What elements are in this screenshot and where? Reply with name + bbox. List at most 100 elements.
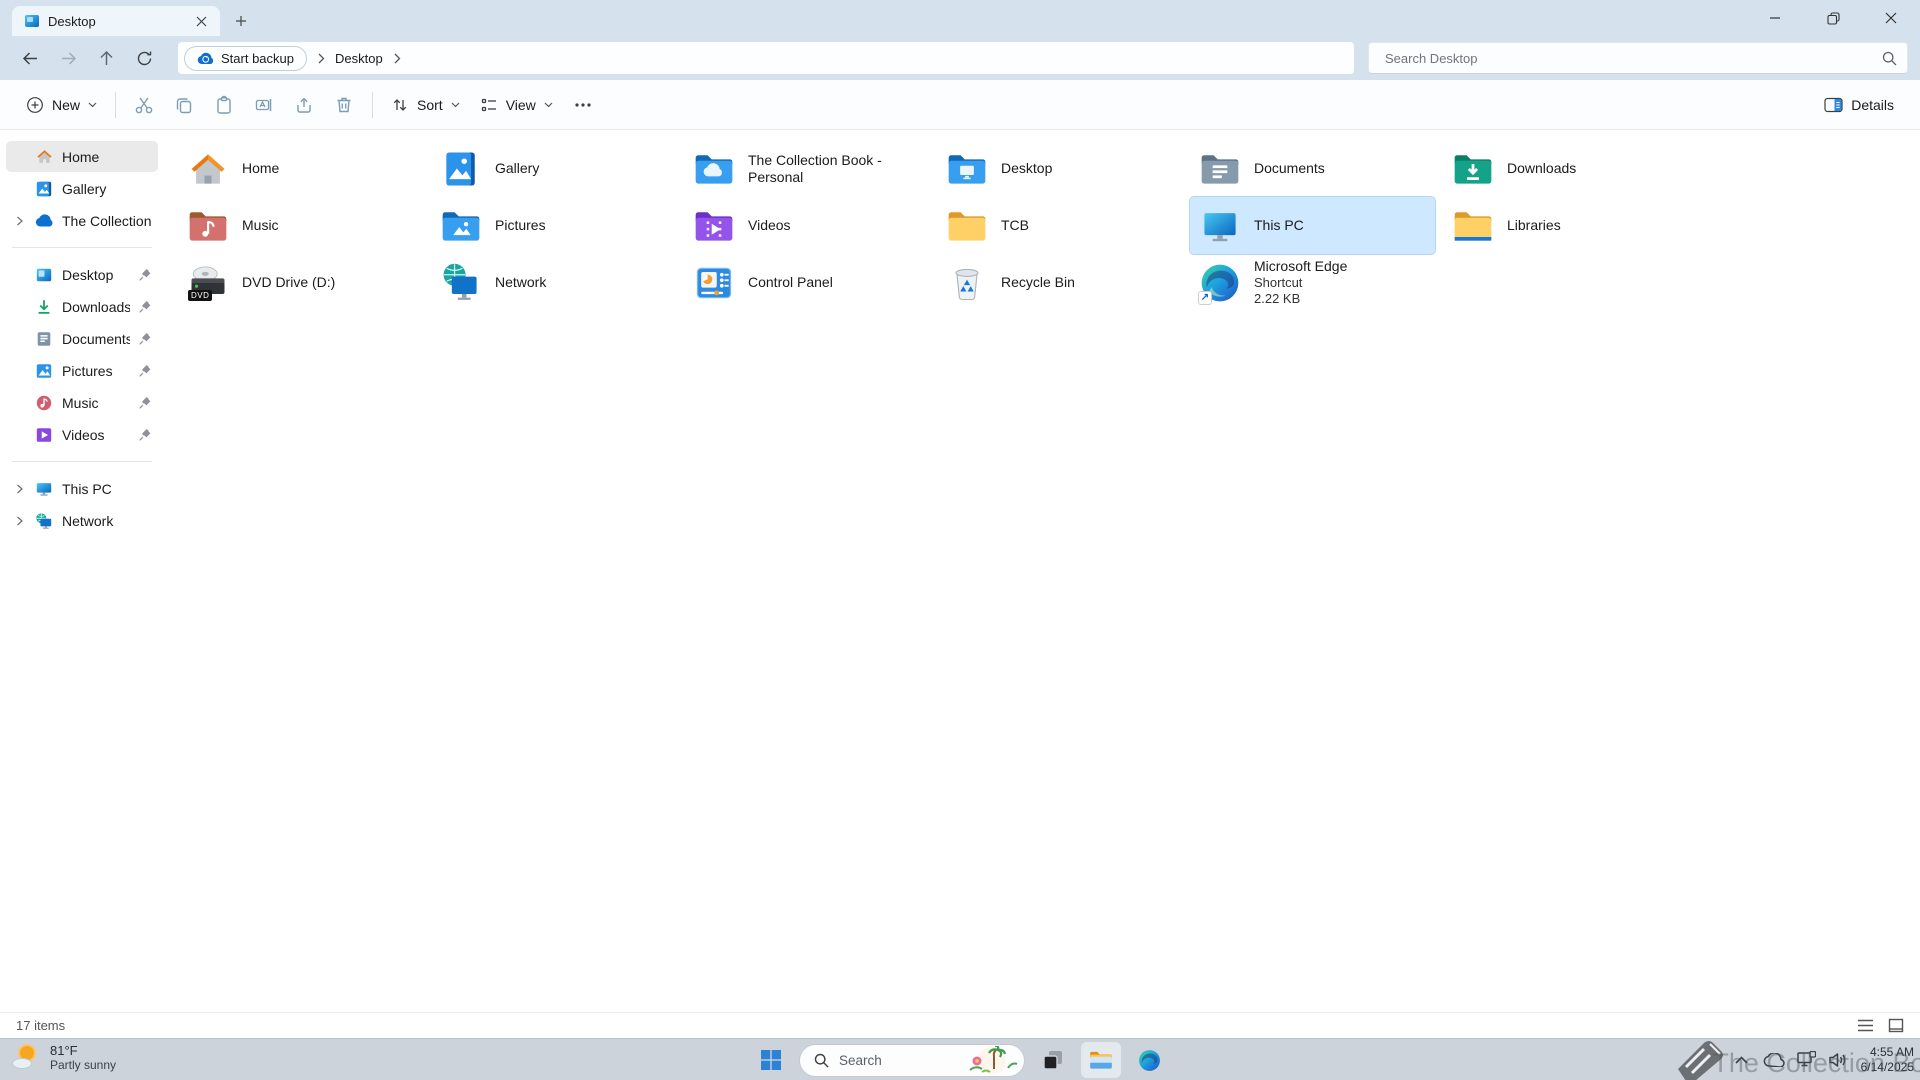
sidebar-item-documents[interactable]: Documents bbox=[6, 323, 158, 354]
file-label: Microsoft Edge Shortcut 2.22 KB bbox=[1254, 258, 1347, 307]
file-label: TCB bbox=[1001, 217, 1029, 234]
sort-button[interactable]: Sort bbox=[381, 90, 470, 120]
status-bar: 17 items bbox=[0, 1012, 1920, 1038]
sidebar-item-gallery[interactable]: Gallery bbox=[6, 173, 158, 204]
sidebar-item-this-pc[interactable]: This PC bbox=[6, 473, 158, 504]
onedrive-tray-icon[interactable] bbox=[1761, 1045, 1787, 1075]
sidebar-item-videos[interactable]: Videos bbox=[6, 419, 158, 450]
breadcrumb-chevron-icon[interactable] bbox=[317, 53, 325, 64]
tile-tcb[interactable]: TCB bbox=[937, 197, 1182, 254]
search-input[interactable] bbox=[1385, 51, 1882, 66]
explorer-body: Home Gallery The Collection Boo Desktop bbox=[0, 130, 1920, 1012]
up-button[interactable] bbox=[88, 42, 124, 74]
tile-recycle-bin[interactable]: Recycle Bin bbox=[937, 254, 1182, 311]
taskbar-file-explorer-button[interactable] bbox=[1081, 1042, 1121, 1078]
onedrive-cloud-icon bbox=[34, 214, 54, 227]
more-options-button[interactable] bbox=[563, 87, 603, 123]
tile-documents[interactable]: Documents bbox=[1190, 140, 1435, 197]
tile-videos[interactable]: Videos bbox=[684, 197, 929, 254]
start-backup-label: Start backup bbox=[221, 51, 294, 66]
chevron-down-icon bbox=[451, 102, 460, 108]
file-explorer-icon bbox=[1088, 1047, 1114, 1073]
taskbar-edge-button[interactable] bbox=[1129, 1042, 1169, 1078]
rename-button[interactable] bbox=[244, 87, 284, 123]
edge-sub-size: 2.22 KB bbox=[1254, 291, 1347, 307]
tile-desktop[interactable]: Desktop bbox=[937, 140, 1182, 197]
explorer-tab[interactable]: Desktop bbox=[12, 6, 220, 36]
delete-button[interactable] bbox=[324, 87, 364, 123]
sidebar-item-music[interactable]: Music bbox=[6, 387, 158, 418]
file-label: The Collection Book - Personal bbox=[748, 152, 921, 186]
file-list: Home Gallery The Collection Book - Perso… bbox=[164, 130, 1920, 1012]
pin-icon bbox=[138, 364, 152, 378]
view-button[interactable]: View bbox=[470, 90, 563, 120]
sidebar-item-pictures[interactable]: Pictures bbox=[6, 355, 158, 386]
sidebar-item-onedrive[interactable]: The Collection Boo bbox=[6, 205, 158, 236]
chevron-right-icon[interactable] bbox=[12, 484, 26, 494]
breadcrumb-chevron-icon[interactable] bbox=[393, 53, 401, 64]
weather-widget[interactable]: 81°F Partly sunny bbox=[10, 1042, 116, 1072]
tile-libraries[interactable]: Libraries bbox=[1443, 197, 1688, 254]
sidebar-item-label: Documents bbox=[62, 331, 130, 347]
search-box[interactable] bbox=[1368, 42, 1908, 74]
tile-this-pc[interactable]: This PC bbox=[1190, 197, 1435, 254]
new-button[interactable]: New bbox=[16, 90, 107, 120]
tile-home[interactable]: Home bbox=[178, 140, 423, 197]
divider bbox=[372, 92, 373, 118]
sidebar-item-label: Pictures bbox=[62, 363, 130, 379]
window-controls bbox=[1746, 0, 1920, 36]
tile-collection-book[interactable]: The Collection Book - Personal bbox=[684, 140, 929, 197]
sidebar-item-downloads[interactable]: Downloads bbox=[6, 291, 158, 322]
list-view-toggle-icon[interactable] bbox=[1857, 1018, 1874, 1033]
file-label: Home bbox=[242, 160, 279, 177]
network-icon bbox=[34, 512, 54, 530]
breadcrumb-item-desktop[interactable]: Desktop bbox=[335, 51, 383, 66]
forward-button[interactable] bbox=[50, 42, 86, 74]
sidebar-item-desktop[interactable]: Desktop bbox=[6, 259, 158, 290]
tile-gallery[interactable]: Gallery bbox=[431, 140, 676, 197]
edge-icon bbox=[1137, 1048, 1162, 1073]
refresh-button[interactable] bbox=[126, 42, 162, 74]
chevron-right-icon[interactable] bbox=[12, 516, 26, 526]
pin-icon bbox=[138, 332, 152, 346]
tile-control-panel[interactable]: Control Panel bbox=[684, 254, 929, 311]
sidebar-item-home[interactable]: Home bbox=[6, 141, 158, 172]
copy-button[interactable] bbox=[164, 87, 204, 123]
hidden-icons-chevron-icon[interactable] bbox=[1729, 1045, 1755, 1075]
windows-logo-icon bbox=[759, 1048, 783, 1072]
chevron-right-icon[interactable] bbox=[12, 216, 26, 226]
start-button[interactable] bbox=[751, 1042, 791, 1078]
task-view-button[interactable] bbox=[1033, 1042, 1073, 1078]
libraries-folder-icon bbox=[1451, 204, 1495, 248]
paste-button[interactable] bbox=[204, 87, 244, 123]
hardware-tray-icon[interactable] bbox=[1793, 1045, 1819, 1075]
volume-icon[interactable] bbox=[1825, 1045, 1851, 1075]
minimize-button[interactable] bbox=[1746, 0, 1804, 36]
tile-network[interactable]: Network bbox=[431, 254, 676, 311]
taskbar-search[interactable]: Search bbox=[799, 1044, 1025, 1077]
tile-downloads[interactable]: Downloads bbox=[1443, 140, 1688, 197]
start-backup-button[interactable]: Start backup bbox=[184, 46, 307, 71]
tile-pictures[interactable]: Pictures bbox=[431, 197, 676, 254]
tile-microsoft-edge[interactable]: ↗ Microsoft Edge Shortcut 2.22 KB bbox=[1190, 254, 1435, 311]
restore-button[interactable] bbox=[1804, 0, 1862, 36]
details-pane-button[interactable]: Details bbox=[1814, 91, 1904, 119]
tile-music[interactable]: Music bbox=[178, 197, 423, 254]
taskbar-clock[interactable]: 4:55 AM 6/14/2025 bbox=[1861, 1045, 1914, 1075]
pictures-icon bbox=[34, 362, 54, 380]
search-icon[interactable] bbox=[1882, 51, 1897, 66]
file-label: Gallery bbox=[495, 160, 539, 177]
cut-button[interactable] bbox=[124, 87, 164, 123]
search-highlight-art-icon bbox=[964, 1046, 1020, 1075]
close-button[interactable] bbox=[1862, 0, 1920, 36]
tile-dvd-drive[interactable]: DVD DVD Drive (D:) bbox=[178, 254, 423, 311]
pin-icon bbox=[138, 300, 152, 314]
new-tab-button[interactable] bbox=[230, 10, 252, 32]
share-button[interactable] bbox=[284, 87, 324, 123]
sidebar-item-network[interactable]: Network bbox=[6, 505, 158, 536]
taskbar-search-label: Search bbox=[839, 1053, 954, 1068]
thumbnail-view-toggle-icon[interactable] bbox=[1888, 1018, 1904, 1033]
tab-close-icon[interactable] bbox=[190, 10, 212, 32]
weather-condition: Partly sunny bbox=[50, 1058, 116, 1072]
back-button[interactable] bbox=[12, 42, 48, 74]
